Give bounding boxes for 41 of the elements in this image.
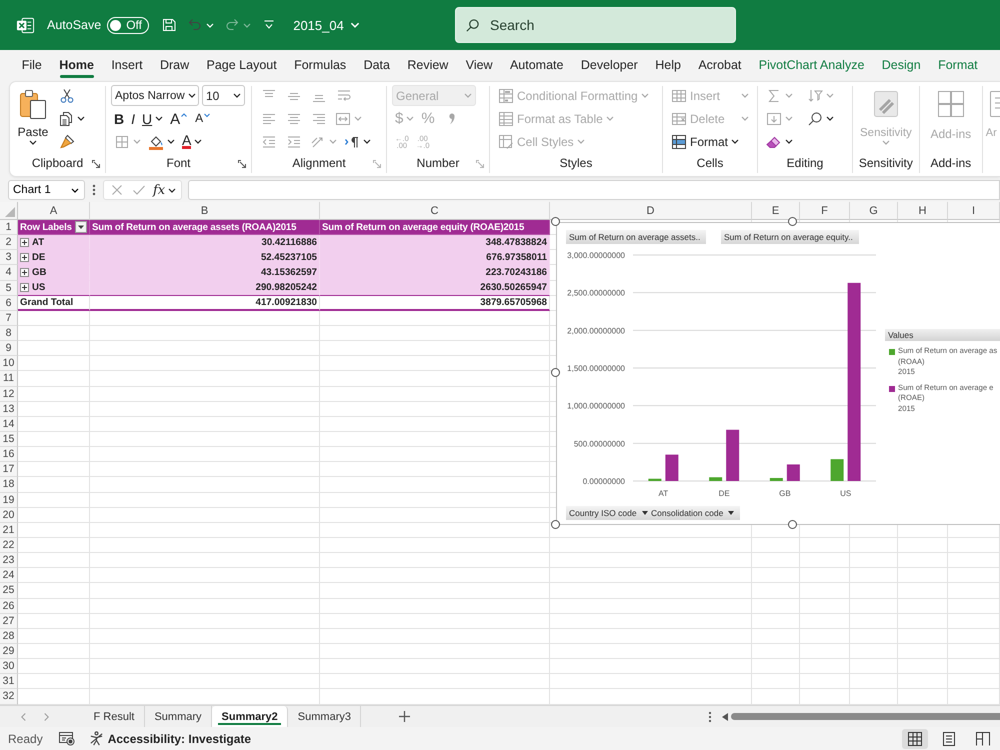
group-label: Cells bbox=[696, 156, 724, 172]
axis-label: US bbox=[840, 489, 852, 498]
total-cell: 417.00921830 bbox=[90, 296, 320, 311]
pivot-cell: 52.45237105 bbox=[90, 250, 320, 266]
header-label: Row Labels bbox=[20, 222, 72, 233]
group-label: Editing bbox=[786, 156, 824, 172]
axis-label: DE bbox=[718, 489, 730, 498]
axis-label: 1,000.00000000 bbox=[567, 402, 625, 411]
axis-label: 2,000.00000000 bbox=[567, 326, 625, 336]
axis-label: 500.00000000 bbox=[574, 439, 625, 448]
pivot-cell: 290.98205242 bbox=[90, 280, 320, 296]
row-label: GB bbox=[32, 266, 46, 278]
row-label: US bbox=[32, 282, 46, 294]
axis-label: 3,000.00000000 bbox=[567, 251, 625, 260]
legend-title: Values bbox=[885, 329, 1000, 341]
axis-label: GB bbox=[779, 489, 791, 498]
group-label: Number bbox=[416, 156, 460, 172]
axis-label: AT bbox=[658, 489, 668, 498]
axis-label: 0.00000000 bbox=[582, 477, 625, 486]
total-cell: Grand Total bbox=[18, 296, 90, 311]
group-label: Clipboard bbox=[32, 156, 84, 172]
autosave-label: AutoSave bbox=[47, 18, 102, 32]
group-label: Font bbox=[166, 156, 190, 172]
row-label: AT bbox=[32, 236, 44, 248]
pivot-cell: 348.47838824 bbox=[320, 235, 550, 250]
pivot-cell: 30.42116886 bbox=[90, 235, 320, 250]
pivot-cell: 2630.50265947 bbox=[320, 280, 550, 296]
axis-label: 1,500.00000000 bbox=[567, 364, 625, 373]
group-label: Sensitivity bbox=[858, 156, 913, 172]
pivot-header-cell: Sum of Return on average assets (ROAA)2015 bbox=[90, 220, 320, 236]
status-text: Ready bbox=[8, 732, 43, 746]
pivot-cell: 676.97358011 bbox=[320, 250, 550, 266]
total-cell: 3879.65705968 bbox=[320, 296, 550, 311]
pivot-cell: 43.15362597 bbox=[90, 265, 320, 281]
group-label: Styles bbox=[560, 156, 592, 172]
pivot-cell: 223.70243186 bbox=[320, 265, 550, 281]
group-label: Add-ins bbox=[930, 156, 972, 172]
pivot-header-cell: Sum of Return on average equity (ROAE)2015 bbox=[320, 220, 550, 236]
axis-label: 2,500.00000000 bbox=[567, 288, 625, 298]
row-label: DE bbox=[32, 252, 46, 263]
group-label: Alignment bbox=[292, 156, 346, 172]
